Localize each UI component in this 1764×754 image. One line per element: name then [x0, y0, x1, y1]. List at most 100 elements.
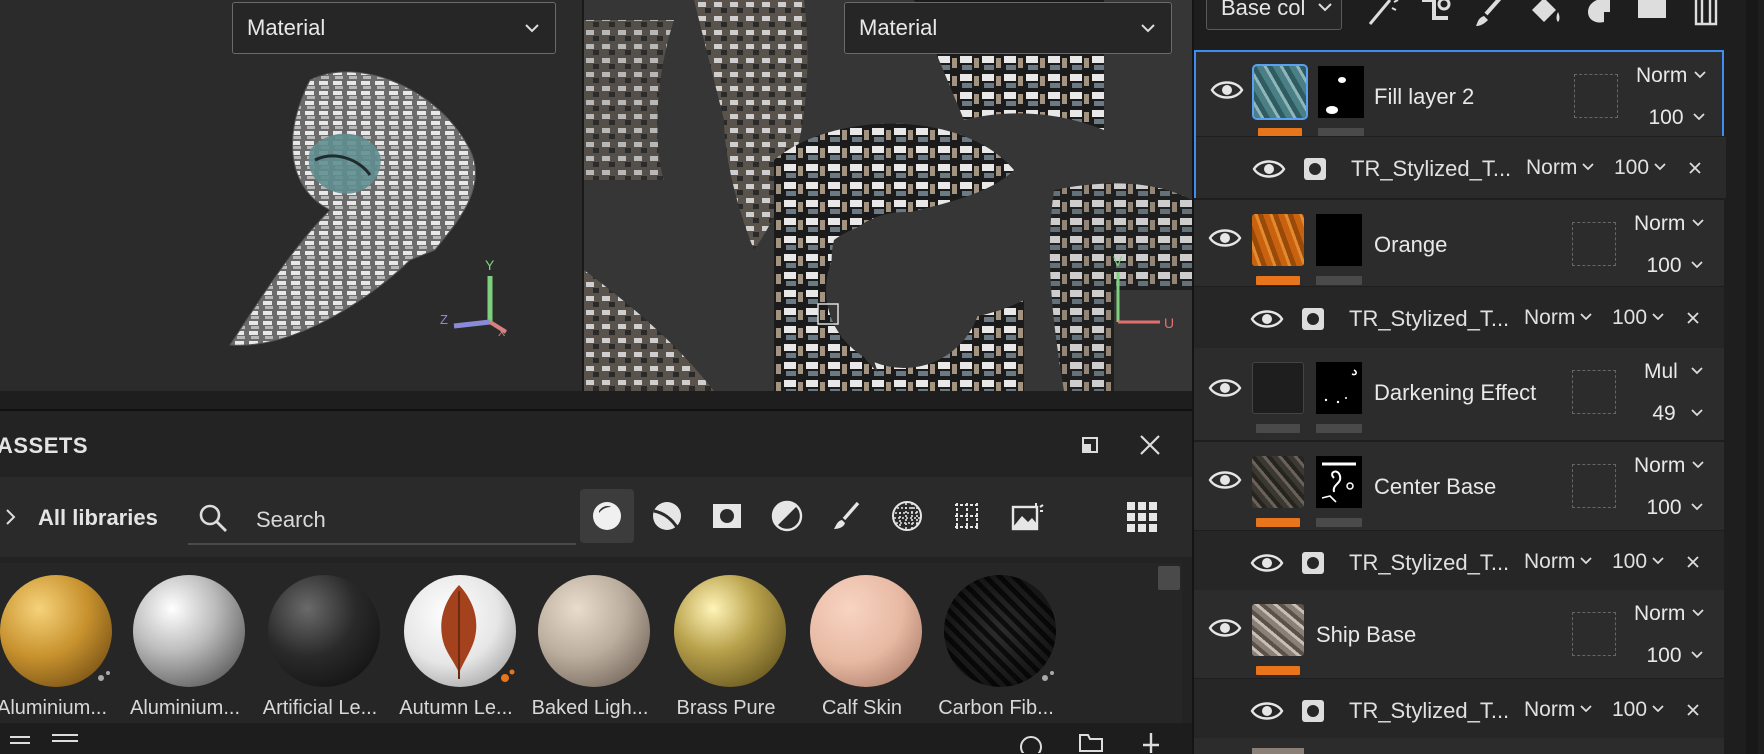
menu-icon[interactable] — [50, 729, 80, 753]
visibility-eye-icon[interactable] — [1208, 468, 1242, 492]
asset-thumbnail[interactable]: Artificial Le... — [252, 575, 388, 723]
materials-filter-button[interactable] — [580, 489, 634, 543]
chevron-right-icon[interactable] — [4, 507, 18, 527]
add-paint-icon[interactable] — [1472, 0, 1508, 28]
folder-icon[interactable] — [1076, 729, 1106, 753]
undock-icon[interactable] — [1076, 431, 1104, 459]
add-mask-icon[interactable] — [1580, 0, 1616, 28]
asset-thumbnail[interactable]: Carbon Fib... — [928, 575, 1064, 723]
layer-row[interactable]: Ship Base Norm 100 TR_Stylized_T... Norm… — [1194, 590, 1724, 740]
visibility-eye-icon[interactable] — [1208, 226, 1242, 250]
search-field[interactable]: Search — [188, 489, 576, 545]
material-dropdown-2d[interactable]: Material — [844, 2, 1172, 54]
opacity-value[interactable]: 100 — [1634, 496, 1694, 520]
search-input[interactable]: Search — [256, 507, 326, 533]
layer-thumbnail[interactable] — [1252, 362, 1304, 414]
add-fill-icon[interactable] — [1526, 0, 1562, 28]
chevron-down-icon[interactable] — [1690, 500, 1704, 514]
library-selector[interactable]: All libraries — [38, 505, 158, 531]
effect-row[interactable]: TR_Stylized_T... Norm 100 — [1194, 678, 1724, 740]
add-folder-icon[interactable] — [1634, 0, 1670, 28]
layer-row[interactable] — [1194, 738, 1724, 754]
layer-mask-thumbnail[interactable] — [1316, 456, 1362, 508]
environments-filter-button[interactable] — [1000, 489, 1054, 543]
layer-thumbnail[interactable] — [1252, 214, 1304, 266]
layer-thumbnail[interactable] — [1252, 64, 1308, 120]
remove-effect-icon[interactable] — [1686, 159, 1704, 177]
layer-mask-thumbnail[interactable] — [1316, 362, 1362, 414]
procedurals-filter-button[interactable] — [940, 489, 994, 543]
blend-mode-dropdown[interactable]: Norm — [1634, 602, 1705, 626]
visibility-eye-icon[interactable] — [1208, 616, 1242, 640]
smart-masks-filter-button[interactable] — [700, 489, 754, 543]
layer-mask-thumbnail[interactable] — [1316, 214, 1362, 266]
layer-thumbnail[interactable] — [1252, 748, 1304, 754]
effect-blend-dropdown[interactable]: Norm — [1524, 306, 1593, 330]
layer-thumbnail[interactable] — [1252, 604, 1304, 656]
asset-thumbnail[interactable]: Aluminium... — [0, 575, 120, 723]
blend-mode-dropdown[interactable]: Norm — [1634, 454, 1705, 478]
list-view-icon[interactable] — [6, 729, 36, 753]
layer-mask-thumbnail[interactable] — [1318, 66, 1364, 118]
filters-filter-button[interactable] — [760, 489, 814, 543]
add-icon[interactable] — [1136, 729, 1166, 753]
scrollbar-thumb[interactable] — [1158, 566, 1180, 590]
layer-row[interactable]: Orange Norm 100 TR_Stylized_T... Norm 10… — [1194, 200, 1724, 348]
brushes-filter-button[interactable] — [820, 489, 874, 543]
effect-row[interactable]: TR_Stylized_T... Norm 100 — [1196, 136, 1726, 198]
channel-dropdown[interactable]: Base col — [1206, 0, 1342, 30]
delete-layer-icon[interactable] — [1688, 0, 1724, 28]
chevron-down-icon[interactable] — [1690, 258, 1704, 272]
blend-mode-dropdown[interactable]: Mul — [1644, 360, 1704, 384]
asset-thumbnail[interactable]: Brass Pure — [658, 575, 794, 723]
effect-opacity-dropdown[interactable]: 100 — [1614, 156, 1667, 180]
remove-effect-icon[interactable] — [1684, 553, 1702, 571]
effect-opacity-dropdown[interactable]: 100 — [1612, 306, 1665, 330]
remove-effect-icon[interactable] — [1684, 701, 1702, 719]
opacity-value[interactable]: 100 — [1634, 644, 1694, 668]
close-icon[interactable] — [1136, 431, 1164, 459]
effect-opacity-dropdown[interactable]: 100 — [1612, 550, 1665, 574]
layer-thumbnail[interactable] — [1252, 456, 1304, 508]
visibility-eye-icon[interactable] — [1250, 551, 1284, 575]
blend-mode-dropdown[interactable]: Norm — [1636, 64, 1707, 88]
layer-row[interactable]: Darkening Effect Mul 49 — [1194, 348, 1724, 440]
visibility-eye-icon[interactable] — [1208, 376, 1242, 400]
alphas-filter-button[interactable] — [880, 489, 934, 543]
opacity-value[interactable]: 100 — [1636, 106, 1696, 130]
effect-row[interactable]: TR_Stylized_T... Norm 100 — [1194, 286, 1724, 348]
asset-thumbnail[interactable]: Baked Ligh... — [522, 575, 658, 723]
effect-opacity-dropdown[interactable]: 100 — [1612, 698, 1665, 722]
visibility-eye-icon[interactable] — [1250, 699, 1284, 723]
scrollbar[interactable] — [1746, 0, 1758, 754]
asset-thumbnail[interactable]: Calf Skin — [794, 575, 930, 723]
blend-mode-dropdown[interactable]: Norm — [1634, 212, 1705, 236]
opacity-value[interactable]: 49 — [1634, 402, 1694, 426]
opacity-value[interactable]: 100 — [1634, 254, 1694, 278]
viewport-2d[interactable]: V U Material — [584, 0, 1192, 391]
add-effect-icon[interactable] — [1364, 0, 1400, 28]
grid-view-icon[interactable] — [1124, 499, 1160, 535]
visibility-eye-icon[interactable] — [1250, 307, 1284, 331]
remove-effect-icon[interactable] — [1684, 309, 1702, 327]
panel-divider[interactable] — [0, 409, 1192, 411]
asset-thumbnail[interactable]: Autumn Le... — [388, 575, 524, 723]
refresh-icon[interactable] — [1016, 729, 1046, 753]
viewport-3d[interactable]: Y Z X Material — [0, 0, 582, 391]
smart-materials-filter-button[interactable] — [640, 489, 694, 543]
effect-blend-dropdown[interactable]: Norm — [1524, 550, 1593, 574]
add-generator-icon[interactable] — [1418, 0, 1454, 28]
layer-row[interactable]: Center Base Norm 100 TR_Stylized_T... No… — [1194, 442, 1724, 592]
material-dropdown-3d[interactable]: Material — [232, 2, 556, 54]
chevron-down-icon[interactable] — [1692, 110, 1706, 124]
effect-row[interactable]: TR_Stylized_T... Norm 100 — [1194, 530, 1724, 592]
effect-blend-dropdown[interactable]: Norm — [1524, 698, 1593, 722]
effect-blend-label: Norm — [1526, 156, 1578, 179]
effect-blend-dropdown[interactable]: Norm — [1526, 156, 1595, 180]
layer-row[interactable]: Fill layer 2 Norm 100 TR_Stylized_T... N… — [1194, 50, 1726, 198]
chevron-down-icon[interactable] — [1690, 406, 1704, 420]
visibility-eye-icon[interactable] — [1252, 157, 1286, 181]
visibility-eye-icon[interactable] — [1210, 78, 1244, 102]
chevron-down-icon[interactable] — [1690, 648, 1704, 662]
asset-thumbnail[interactable]: Aluminium... — [117, 575, 253, 723]
